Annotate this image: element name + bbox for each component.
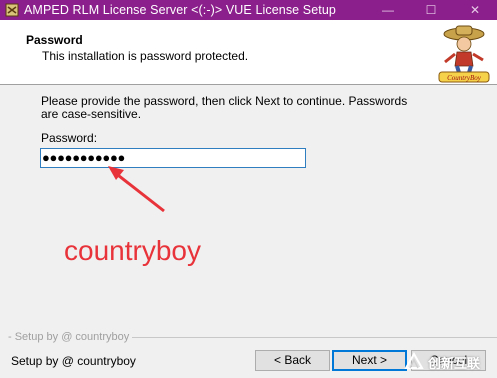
minimize-button[interactable]: — (368, 0, 408, 20)
installer-icon (5, 3, 19, 17)
page-title: Password (26, 33, 83, 47)
window-title: AMPED RLM License Server <(:-)> VUE Lice… (24, 3, 336, 17)
maximize-button[interactable]: ☐ (411, 0, 451, 20)
wizard-body: Please provide the password, then click … (0, 86, 497, 326)
next-button[interactable]: Next > (332, 350, 407, 371)
instructions-text: Please provide the password, then click … (41, 94, 408, 121)
password-value: ●●●●●●●●●●● (42, 150, 126, 165)
watermark-logo-icon (404, 351, 424, 369)
branding-text: - Setup by @ countryboy (8, 331, 133, 343)
branding-separator: - Setup by @ countryboy (0, 331, 497, 343)
close-button[interactable]: ✕ (455, 0, 495, 20)
svg-text:CountryBoy: CountryBoy (447, 74, 482, 82)
back-button[interactable]: < Back (255, 350, 330, 371)
title-bar: AMPED RLM License Server <(:-)> VUE Lice… (0, 0, 497, 20)
watermark: 创新互联 (400, 346, 497, 378)
page-subtitle: This installation is password protected. (42, 49, 249, 63)
annotation-text: countryboy (64, 235, 201, 266)
watermark-text: 创新互联 (428, 356, 481, 371)
wizard-header: Password This installation is password p… (0, 20, 497, 85)
footer-label: Setup by @ countryboy (11, 354, 136, 368)
password-field[interactable]: ●●●●●●●●●●● (40, 148, 306, 168)
countryboy-logo-icon: CountryBoy (438, 25, 490, 83)
password-label: Password: (41, 131, 98, 145)
